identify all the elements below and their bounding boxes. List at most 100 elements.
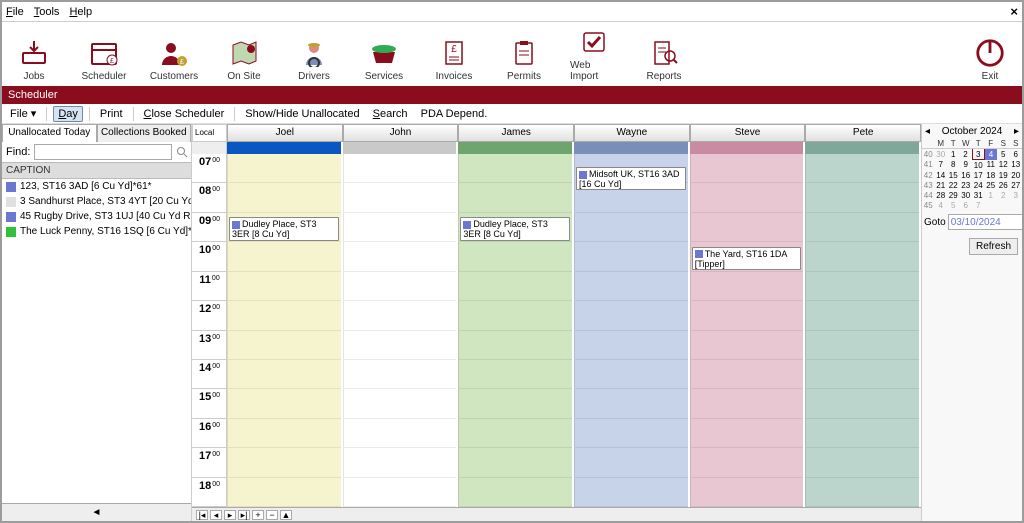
calendar-day[interactable]: 31 — [972, 190, 985, 200]
job-list-item[interactable]: The Luck Penny, ST16 1SQ [6 Cu Yd]*53* — [2, 224, 191, 239]
menu-file[interactable]: File — [6, 6, 24, 18]
calendar-day[interactable]: 29 — [947, 190, 960, 200]
calendar-day[interactable]: 6 — [1010, 149, 1023, 160]
submenu-print[interactable]: Print — [96, 107, 127, 121]
day-column-joel[interactable]: Dudley Place, ST3 3ER [8 Cu Yd] — [227, 154, 341, 507]
calendar-day[interactable]: 19 — [997, 170, 1010, 180]
cal-prev[interactable]: ◂ — [925, 126, 930, 137]
job-list-item[interactable]: 123, ST16 3AD [6 Cu Yd]*61* — [2, 179, 191, 194]
calendar-day[interactable]: 1 — [985, 190, 998, 200]
submenu-file[interactable]: File ▾ — [6, 106, 40, 121]
calendar-day[interactable]: 30 — [935, 149, 948, 160]
calendar-day[interactable]: 10 — [972, 160, 985, 171]
toolbar-on-site[interactable]: On Site — [220, 37, 268, 82]
refresh-button[interactable]: Refresh — [969, 238, 1018, 255]
calendar-day[interactable]: 6 — [960, 200, 973, 210]
toolbar-jobs[interactable]: Jobs — [10, 37, 58, 82]
calendar-day[interactable]: 30 — [960, 190, 973, 200]
day-column-john[interactable] — [343, 154, 457, 507]
column-header[interactable]: Wayne — [574, 124, 690, 142]
calendar-day[interactable]: 13 — [1010, 160, 1023, 171]
calendar-day[interactable]: 23 — [960, 180, 973, 190]
calendar-day[interactable]: 9 — [960, 160, 973, 171]
toolbar-invoices[interactable]: £Invoices — [430, 37, 478, 82]
submenu-day[interactable]: Day — [53, 106, 83, 122]
nav-last[interactable]: ▸| — [238, 510, 250, 520]
menu-help[interactable]: Help — [69, 6, 92, 18]
job-list-item[interactable]: 3 Sandhurst Place, ST3 4YT [20 Cu Yd Ro … — [2, 194, 191, 209]
appointment[interactable]: Dudley Place, ST3 3ER [8 Cu Yd] — [229, 217, 339, 241]
calendar-day[interactable]: 25 — [985, 180, 998, 190]
calendar-day[interactable]: 3 — [972, 149, 985, 160]
calendar-day[interactable]: 27 — [1010, 180, 1023, 190]
calendar-day[interactable]: 2 — [997, 190, 1010, 200]
calendar-day[interactable] — [1010, 200, 1023, 210]
goto-input[interactable] — [948, 214, 1022, 230]
calendar-day[interactable]: 18 — [985, 170, 998, 180]
column-header[interactable]: Steve — [690, 124, 806, 142]
column-header[interactable]: James — [458, 124, 574, 142]
calendar-day[interactable]: 7 — [935, 160, 948, 171]
day-column-james[interactable]: Dudley Place, ST3 3ER [8 Cu Yd] — [458, 154, 572, 507]
calendar-day[interactable]: 20 — [1010, 170, 1023, 180]
nav-del[interactable]: − — [266, 510, 278, 520]
toolbar-web-import[interactable]: Web Import — [570, 26, 618, 82]
day-column-steve[interactable]: The Yard, ST16 1DA [Tipper] — [690, 154, 804, 507]
calendar-day[interactable]: 16 — [960, 170, 973, 180]
menu-tools[interactable]: Tools — [34, 6, 60, 18]
submenu-pda[interactable]: PDA Depend. — [414, 107, 492, 121]
submenu-search[interactable]: Search — [366, 107, 412, 121]
column-header[interactable]: Joel — [227, 124, 343, 142]
calendar-day[interactable]: 5 — [997, 149, 1010, 160]
appointment[interactable]: Midsoft UK, ST16 3AD [16 Cu Yd] — [576, 167, 686, 191]
toolbar-customers[interactable]: £Customers — [150, 37, 198, 82]
calendar-day[interactable]: 1 — [947, 149, 960, 160]
close-icon[interactable]: × — [1010, 4, 1018, 19]
cal-next[interactable]: ▸ — [1014, 126, 1019, 137]
tab-collections[interactable]: Collections Booked — [97, 124, 192, 142]
column-header[interactable]: John — [343, 124, 459, 142]
toolbar-exit[interactable]: Exit — [966, 37, 1014, 82]
nav-next[interactable]: ▸ — [224, 510, 236, 520]
nav-prev[interactable]: ◂ — [210, 510, 222, 520]
search-icon[interactable] — [176, 145, 188, 159]
day-column-pete[interactable] — [805, 154, 919, 507]
appointment[interactable]: The Yard, ST16 1DA [Tipper] — [692, 247, 802, 271]
toolbar-services[interactable]: Services — [360, 37, 408, 82]
calendar-day[interactable]: 5 — [947, 200, 960, 210]
calendar-day[interactable]: 8 — [947, 160, 960, 171]
mini-calendar[interactable]: MTWTFSS403012345641789101112134214151617… — [922, 138, 1022, 210]
calendar-day[interactable]: 2 — [960, 149, 973, 160]
calendar-day[interactable]: 12 — [997, 160, 1010, 171]
toolbar-drivers[interactable]: Drivers — [290, 37, 338, 82]
tab-unallocated[interactable]: Unallocated Today — [2, 124, 97, 142]
calendar-day[interactable]: 7 — [972, 200, 985, 210]
scroll-left-icon[interactable]: ◄ — [92, 507, 102, 518]
nav-edit[interactable]: ▲ — [280, 510, 292, 520]
calendar-day[interactable]: 21 — [935, 180, 948, 190]
calendar-day[interactable]: 4 — [985, 149, 998, 160]
day-column-wayne[interactable]: Midsoft UK, ST16 3AD [16 Cu Yd] — [574, 154, 688, 507]
calendar-day[interactable]: 11 — [985, 160, 998, 171]
column-header[interactable]: Pete — [805, 124, 921, 142]
calendar-day[interactable]: 28 — [935, 190, 948, 200]
calendar-day[interactable]: 26 — [997, 180, 1010, 190]
toolbar-scheduler[interactable]: £Scheduler — [80, 37, 128, 82]
nav-first[interactable]: |◂ — [196, 510, 208, 520]
calendar-day[interactable]: 14 — [935, 170, 948, 180]
calendar-day[interactable]: 17 — [972, 170, 985, 180]
submenu-showhide[interactable]: Show/Hide Unallocated — [241, 107, 363, 121]
toolbar-permits[interactable]: Permits — [500, 37, 548, 82]
submenu-close[interactable]: Close Scheduler — [140, 107, 229, 121]
calendar-day[interactable]: 3 — [1010, 190, 1023, 200]
calendar-day[interactable] — [997, 200, 1010, 210]
nav-add[interactable]: + — [252, 510, 264, 520]
appointment[interactable]: Dudley Place, ST3 3ER [8 Cu Yd] — [460, 217, 570, 241]
calendar-day[interactable] — [985, 200, 998, 210]
calendar-day[interactable]: 15 — [947, 170, 960, 180]
toolbar-reports[interactable]: Reports — [640, 37, 688, 82]
calendar-day[interactable]: 24 — [972, 180, 985, 190]
calendar-day[interactable]: 4 — [935, 200, 948, 210]
find-input[interactable] — [34, 144, 172, 160]
job-list-item[interactable]: 45 Rugby Drive, ST3 1UJ [40 Cu Yd Ro Ro]… — [2, 209, 191, 224]
